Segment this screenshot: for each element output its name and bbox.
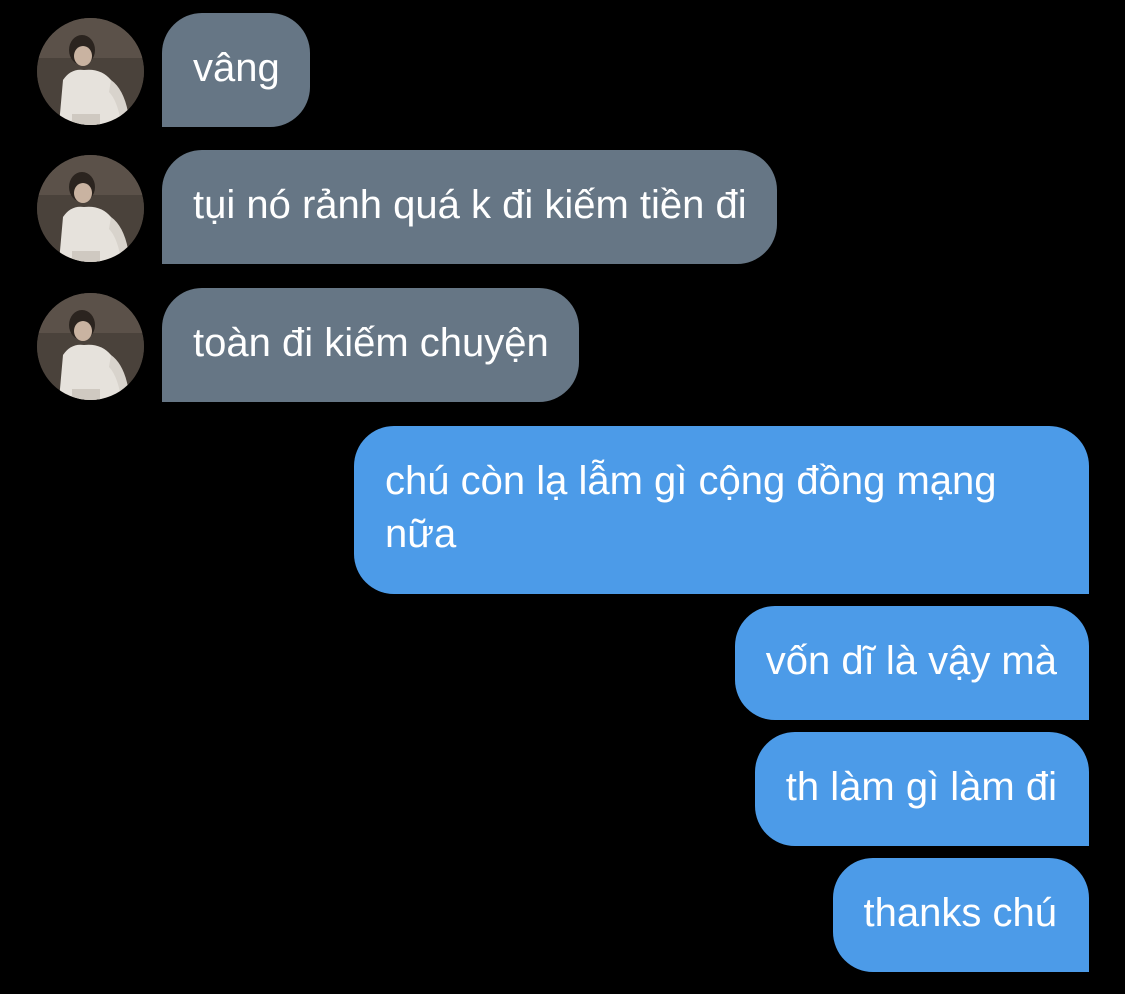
message-text: toàn đi kiếm chuyện: [193, 321, 549, 365]
person-photo-icon: [37, 293, 144, 400]
outgoing-message-bubble[interactable]: vốn dĩ là vậy mà: [734, 606, 1089, 720]
contact-avatar[interactable]: [37, 18, 144, 125]
message-row-outgoing: th làm gì làm đi: [0, 732, 1125, 846]
person-photo-icon: [37, 155, 144, 262]
incoming-message-bubble[interactable]: toàn đi kiếm chuyện: [162, 288, 579, 402]
message-text: chú còn lạ lẫm gì cộng đồng mạng nữa: [385, 459, 997, 556]
person-photo-icon: [37, 18, 144, 125]
incoming-message-bubble[interactable]: vâng: [162, 13, 310, 127]
message-row-incoming: vâng: [0, 13, 1125, 127]
message-text: thanks chú: [863, 891, 1057, 935]
message-text: vâng: [193, 46, 280, 90]
outgoing-message-bubble[interactable]: th làm gì làm đi: [754, 732, 1089, 846]
message-text: th làm gì làm đi: [785, 765, 1057, 809]
message-row-outgoing: vốn dĩ là vậy mà: [0, 606, 1125, 720]
incoming-message-bubble[interactable]: tụi nó rảnh quá k đi kiếm tiền đi: [162, 150, 777, 264]
message-text: tụi nó rảnh quá k đi kiếm tiền đi: [193, 183, 747, 227]
message-row-outgoing: chú còn lạ lẫm gì cộng đồng mạng nữa: [0, 426, 1125, 594]
message-row-incoming: toàn đi kiếm chuyện: [0, 288, 1125, 402]
message-row-incoming: tụi nó rảnh quá k đi kiếm tiền đi: [0, 150, 1125, 264]
contact-avatar[interactable]: [37, 155, 144, 262]
outgoing-message-bubble[interactable]: chú còn lạ lẫm gì cộng đồng mạng nữa: [354, 426, 1089, 594]
contact-avatar[interactable]: [37, 293, 144, 400]
message-row-outgoing: thanks chú: [0, 858, 1125, 972]
message-text: vốn dĩ là vậy mà: [765, 639, 1057, 683]
outgoing-message-bubble[interactable]: thanks chú: [832, 858, 1089, 972]
